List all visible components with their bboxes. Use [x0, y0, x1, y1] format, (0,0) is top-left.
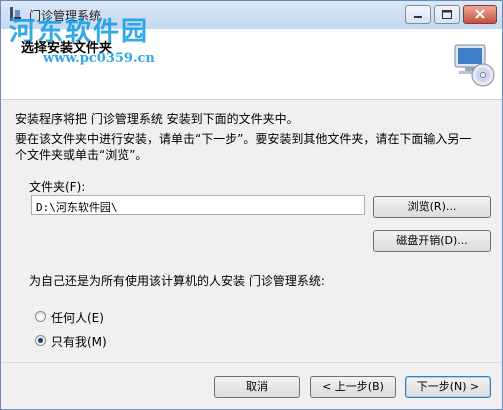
footer-divider [1, 362, 502, 363]
minimize-icon [414, 16, 422, 18]
folder-label: 文件夹(F): [29, 180, 86, 194]
disk-cost-button[interactable]: 磁盘开销(D)... [373, 230, 491, 252]
header-panel: 河东软件园 选择安装文件夹 www.pc0359.cn [1, 17, 502, 100]
computer-disc-icon [454, 44, 495, 87]
radio-just-me-label: 只有我(M) [51, 335, 107, 349]
intro-text: 安装程序将把 门诊管理系统 安装到下面的文件夹中。 [15, 112, 299, 126]
close-button[interactable] [463, 5, 497, 24]
install-for-question: 为自己还是为所有使用该计算机的人安装 门诊管理系统: [29, 274, 325, 288]
radio-just-me-indicator[interactable] [35, 335, 46, 346]
installer-window: 门诊管理系统 河东软件园 选择安装文件夹 www.pc0359.cn 安装程序将… [0, 0, 503, 410]
browse-button[interactable]: 浏览(R)... [373, 196, 491, 218]
instructions-line-2: 个文件夹或单击“浏览”。 [15, 148, 148, 162]
maximize-button[interactable] [434, 5, 460, 24]
instructions-line-1: 要在该文件夹中进行安装，请单击“下一步”。要安装到其他文件夹，请在下面输入另一 [15, 132, 472, 146]
folder-path-input[interactable]: D:\河东软件园\ [31, 195, 365, 215]
next-button[interactable]: 下一步(N) > [405, 376, 491, 398]
back-button[interactable]: < 上一步(B) [310, 376, 396, 398]
radio-everyone-indicator[interactable] [35, 311, 46, 322]
close-icon [475, 9, 485, 19]
maximize-icon [442, 10, 452, 19]
cancel-button[interactable]: 取消 [214, 376, 300, 398]
minimize-button[interactable] [405, 5, 431, 24]
watermark-url: www.pc0359.cn [43, 51, 155, 66]
radio-everyone-label: 任何人(E) [51, 311, 104, 325]
